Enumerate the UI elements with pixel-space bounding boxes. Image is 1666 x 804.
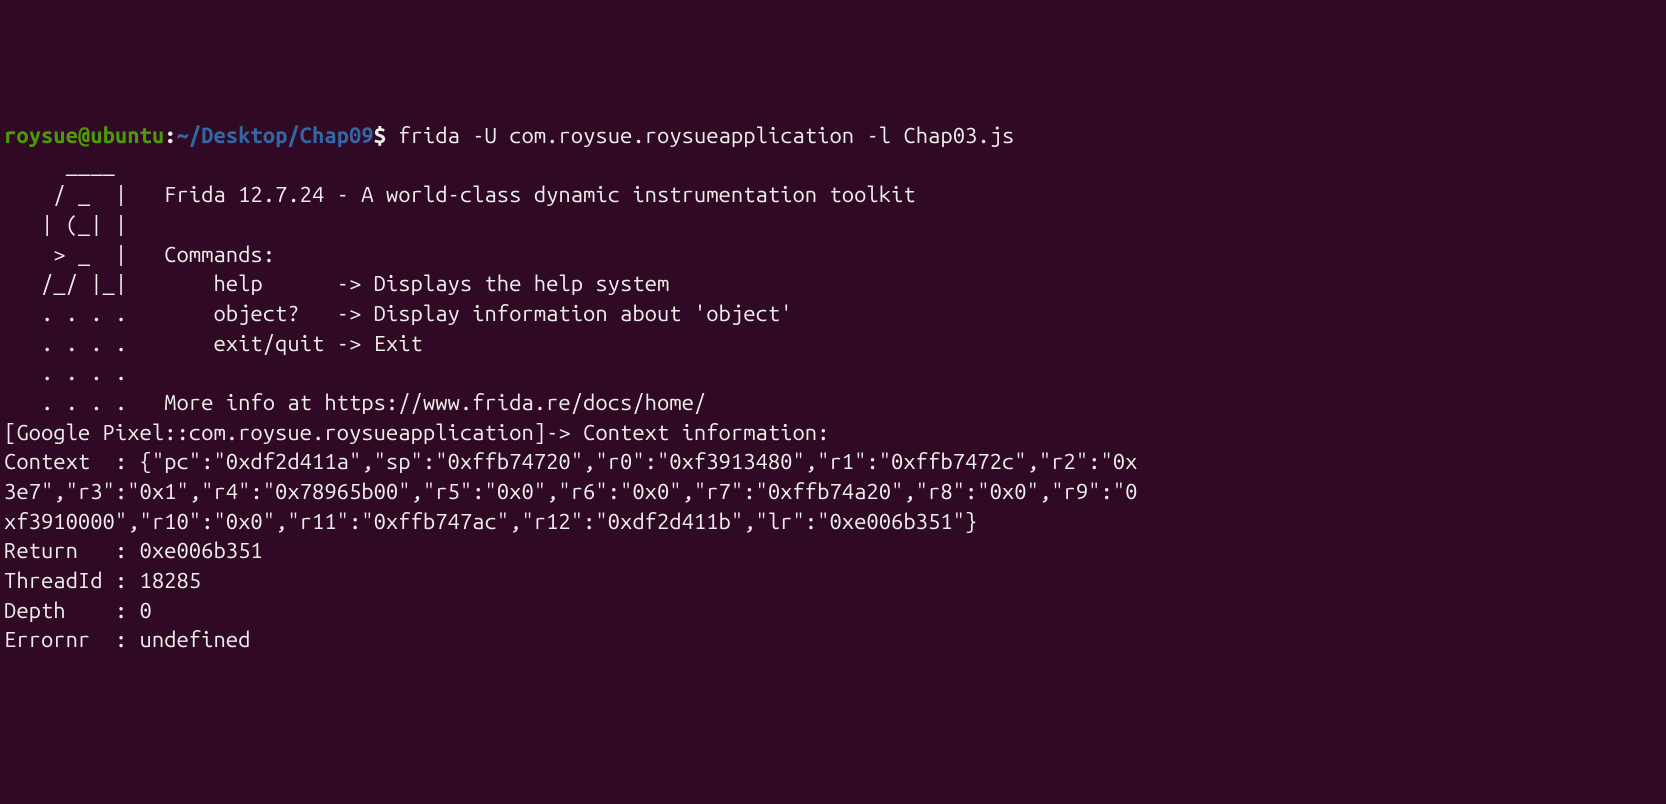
threadid-line: ThreadId : 18285 (4, 566, 1662, 596)
terminal-output[interactable]: roysue@ubuntu:~/Desktop/Chap09$ frida -U… (4, 121, 1662, 655)
session-prompt: [Google Pixel::com.roysue.roysueapplicat… (4, 418, 1662, 448)
prompt-dollar: $ (374, 123, 386, 148)
banner-line-4: > _ | Commands: (4, 240, 1662, 270)
banner-line-8: . . . . (4, 358, 1662, 388)
banner-line-5: /_/ |_| help -> Displays the help system (4, 269, 1662, 299)
banner-line-7: . . . . exit/quit -> Exit (4, 329, 1662, 359)
prompt-colon: : (164, 123, 176, 148)
prompt-line: roysue@ubuntu:~/Desktop/Chap09$ frida -U… (4, 121, 1662, 151)
depth-line: Depth : 0 (4, 596, 1662, 626)
banner-line-9: . . . . More info at https://www.frida.r… (4, 388, 1662, 418)
context-line-3: xf3910000","r10":"0x0","r11":"0xffb747ac… (4, 507, 1662, 537)
prompt-tilde: ~ (177, 123, 189, 148)
prompt-host: ubuntu (90, 123, 164, 148)
prompt-at: @ (78, 123, 90, 148)
prompt-user: roysue (4, 123, 78, 148)
banner-line-1: ____ (4, 150, 1662, 180)
banner-line-3: | (_| | (4, 210, 1662, 240)
context-line-2: 3e7","r3":"0x1","r4":"0x78965b00","r5":"… (4, 477, 1662, 507)
return-line: Return : 0xe006b351 (4, 536, 1662, 566)
context-line-1: Context : {"pc":"0xdf2d411a","sp":"0xffb… (4, 447, 1662, 477)
banner-line-2: / _ | Frida 12.7.24 - A world-class dyna… (4, 180, 1662, 210)
errornr-line: Errornr : undefined (4, 625, 1662, 655)
prompt-path: /Desktop/Chap09 (189, 123, 374, 148)
banner-line-6: . . . . object? -> Display information a… (4, 299, 1662, 329)
command-text: frida -U com.roysue.roysueapplication -l… (386, 123, 1014, 148)
